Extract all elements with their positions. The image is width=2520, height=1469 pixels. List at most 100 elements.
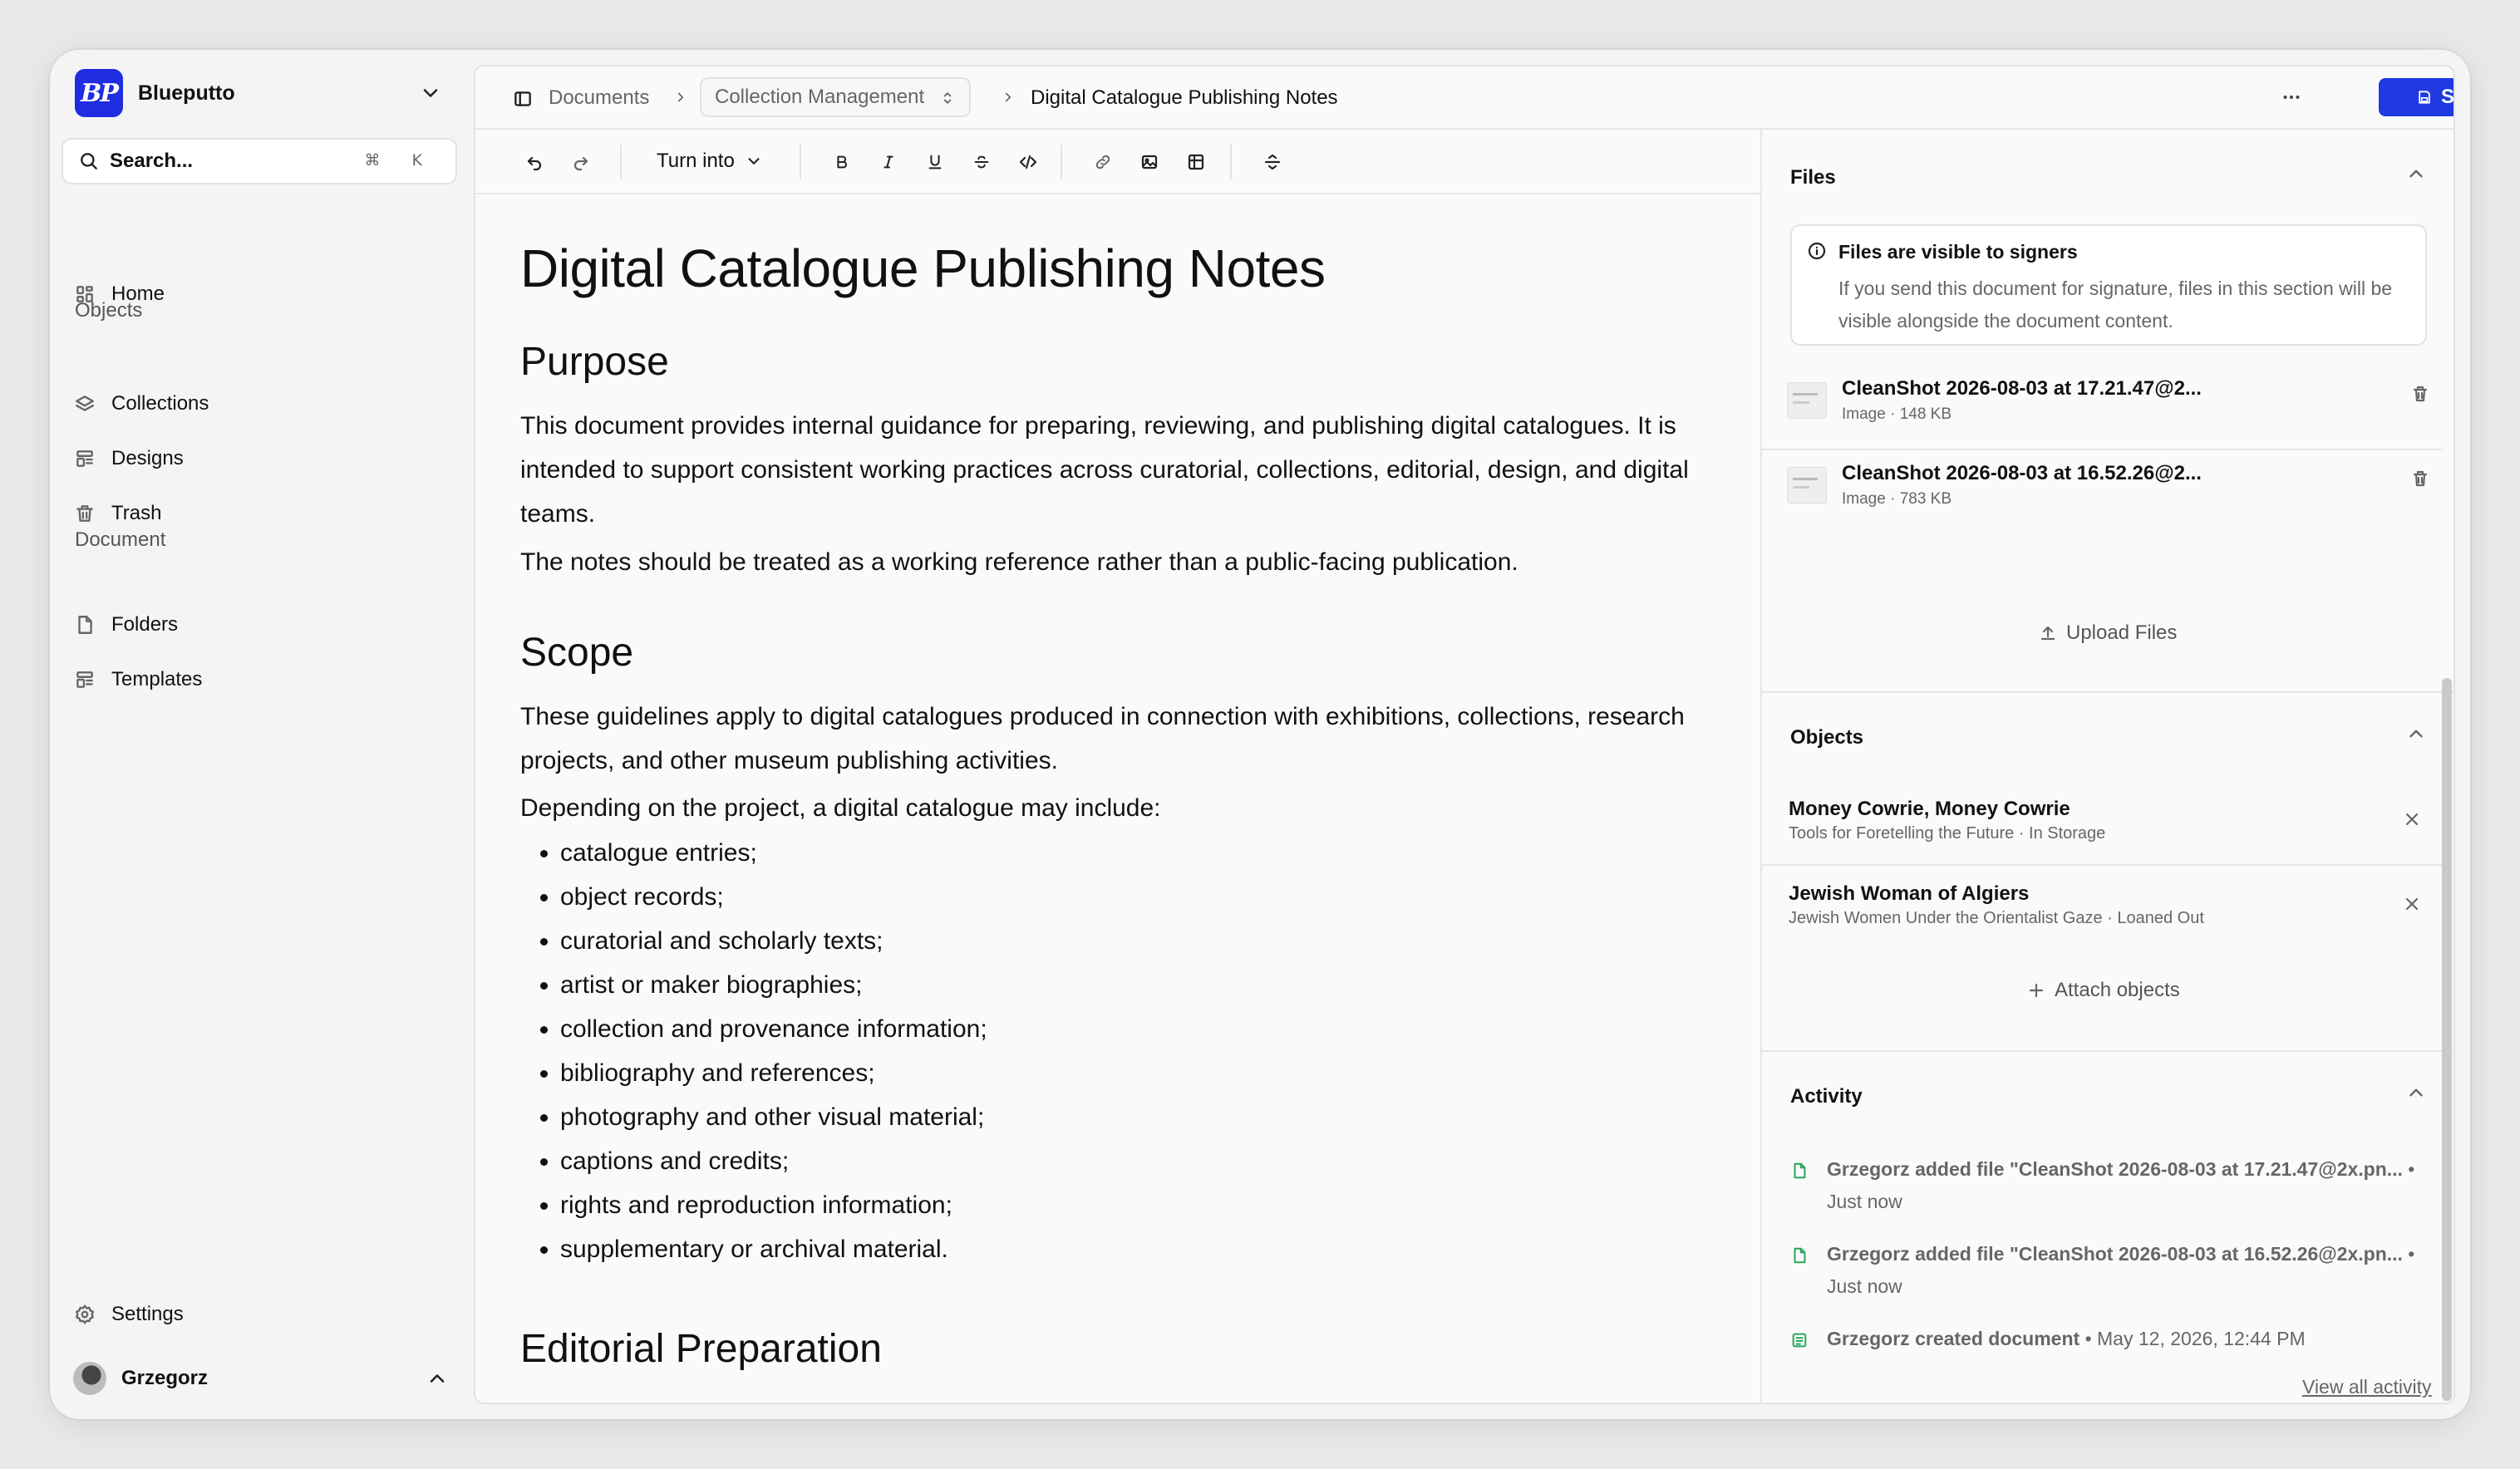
heading-purpose: Purpose (520, 340, 669, 384)
layout-icon (73, 447, 96, 470)
section-label: Objects (75, 299, 143, 322)
toolbar-divider (1230, 145, 1232, 179)
brand-name: Blueputto (138, 81, 235, 105)
breadcrumb-documents[interactable]: Documents (549, 86, 649, 110)
activity-time: • May 12, 2026, 12:44 PM (2079, 1328, 2306, 1349)
view-all-activity-link[interactable]: View all activity (2302, 1376, 2432, 1398)
divider-insert-icon[interactable] (1260, 150, 1285, 174)
file-meta: Image · 783 KB (1842, 490, 1952, 508)
sidebar-item-templates[interactable]: Templates (73, 658, 455, 701)
notice-body: If you send this document for signature,… (1838, 278, 2393, 332)
delete-file-icon[interactable] (2410, 384, 2430, 404)
scrollbar[interactable] (2442, 678, 2452, 1401)
code-icon[interactable] (1016, 150, 1041, 174)
table-icon[interactable] (1184, 150, 1208, 174)
notice-title: Files are visible to signers (1838, 241, 2078, 263)
app-window: BP Blueputto Search... ⌘ K Home Objects (50, 50, 2470, 1419)
file-item[interactable]: CleanShot 2026-08-03 at 17.21.47@2... Im… (1762, 364, 2454, 447)
objects-section-title: Objects (1790, 726, 1864, 749)
close-icon[interactable] (2402, 894, 2422, 914)
list-item: bibliography and references; (560, 1051, 987, 1095)
upload-files-label: Upload Files (2066, 622, 2178, 644)
activity-text: Grzegorz created document (1827, 1328, 2080, 1349)
chevron-down-icon (419, 81, 442, 105)
sidebar-item-label: Templates (111, 668, 203, 690)
chevron-up-icon[interactable] (2405, 1082, 2427, 1103)
info-icon (1807, 241, 1827, 261)
activity-item: Grzegorz created document • May 12, 2026… (1790, 1323, 2422, 1356)
sidebar-item-label: Trash (111, 502, 162, 524)
list-item: photography and other visual material; (560, 1095, 987, 1139)
delete-file-icon[interactable] (2410, 469, 2430, 489)
save-label: Save (2440, 86, 2454, 108)
file-item[interactable]: CleanShot 2026-08-03 at 16.52.26@2... Im… (1762, 449, 2454, 532)
files-visibility-notice: Files are visible to signers If you send… (1790, 224, 2427, 346)
bold-icon[interactable] (829, 150, 854, 174)
list-item: rights and reproduction information; (560, 1183, 987, 1227)
upload-files-button[interactable]: Upload Files (2038, 622, 2177, 645)
object-name: Jewish Woman of Algiers (1789, 882, 2030, 905)
object-item[interactable]: Jewish Woman of Algiers Jewish Women Und… (1762, 866, 2444, 949)
document-editor: Turn into Digital Catalogue Publishing N… (475, 130, 1762, 1403)
activity-text: Grzegorz added file "CleanShot 2026-08-0… (1827, 1243, 2403, 1265)
chevron-up-icon (426, 1367, 449, 1390)
sidebar-item-label: Folders (111, 613, 179, 636)
turn-into-dropdown[interactable]: Turn into (657, 150, 763, 173)
save-button[interactable]: Save (2379, 78, 2454, 116)
attach-objects-button[interactable]: Attach objects (2026, 979, 2180, 1002)
close-icon[interactable] (2402, 809, 2422, 829)
sidebar-item-collections[interactable]: Collections (73, 382, 455, 425)
toolbar-divider (800, 145, 801, 179)
search-input[interactable]: Search... ⌘ K (62, 138, 457, 184)
upload-icon (2040, 626, 2055, 641)
link-icon[interactable] (1090, 150, 1115, 174)
brand-logo: BP (75, 69, 123, 117)
underline-icon[interactable] (923, 150, 947, 174)
list-item: curatorial and scholarly texts; (560, 919, 987, 963)
scope-list: catalogue entries; object records; curat… (520, 831, 987, 1271)
sidebar-toggle-icon[interactable] (512, 88, 534, 110)
file-thumbnail (1787, 382, 1827, 419)
list-item: captions and credits; (560, 1139, 987, 1183)
paragraph: These guidelines apply to digital catalo… (520, 703, 1685, 774)
chevron-up-icon[interactable] (2405, 163, 2427, 184)
turn-into-label: Turn into (657, 150, 735, 172)
layers-icon (73, 392, 96, 415)
chevron-right-icon (1001, 90, 1016, 105)
strikethrough-icon[interactable] (969, 150, 994, 174)
italic-icon[interactable] (876, 150, 901, 174)
sidebar-item-folders[interactable]: Folders (73, 603, 455, 646)
paragraph: The notes should be treated as a working… (520, 548, 1518, 576)
heading-scope: Scope (520, 631, 634, 675)
undo-icon[interactable] (522, 150, 547, 174)
main-panel: Documents Collection Management Digital … (474, 65, 2455, 1404)
redo-icon[interactable] (568, 150, 593, 174)
user-menu[interactable]: Grzegorz (73, 1357, 455, 1400)
image-icon[interactable] (1137, 150, 1162, 174)
search-icon (78, 150, 100, 172)
activity-item: Grzegorz added file "CleanShot 2026-08-0… (1790, 1153, 2422, 1220)
sidebar-item-settings[interactable]: Settings (73, 1293, 455, 1336)
object-meta: Jewish Women Under the Orientalist Gaze … (1789, 909, 2204, 927)
document-title: Digital Catalogue Publishing Notes (520, 238, 1326, 298)
file-meta: Image · 148 KB (1842, 405, 1952, 423)
sidebar-item-designs[interactable]: Designs (73, 437, 455, 480)
sidebar-item-label: Collections (111, 392, 209, 415)
search-placeholder: Search... (110, 150, 194, 172)
workspace-switcher[interactable]: BP Blueputto (75, 66, 449, 120)
template-icon (73, 668, 96, 691)
sidebar-item-label: Settings (111, 1303, 184, 1325)
chevron-down-icon (748, 158, 760, 165)
file-icon (73, 613, 96, 636)
nav-section-document: Document (75, 528, 165, 552)
chevron-up-icon[interactable] (2405, 723, 2427, 744)
section-divider (1762, 691, 2454, 693)
object-item[interactable]: Money Cowrie, Money Cowrie Tools for For… (1762, 781, 2444, 864)
collection-select[interactable]: Collection Management (700, 77, 972, 117)
sidebar-item-label: Designs (111, 447, 184, 469)
more-options-icon[interactable] (2279, 85, 2304, 110)
breadcrumb-current: Digital Catalogue Publishing Notes (1031, 86, 1338, 109)
toolbar-divider (1061, 145, 1062, 179)
paragraph: This document provides internal guidance… (520, 412, 1689, 528)
toolbar-divider (620, 145, 622, 179)
